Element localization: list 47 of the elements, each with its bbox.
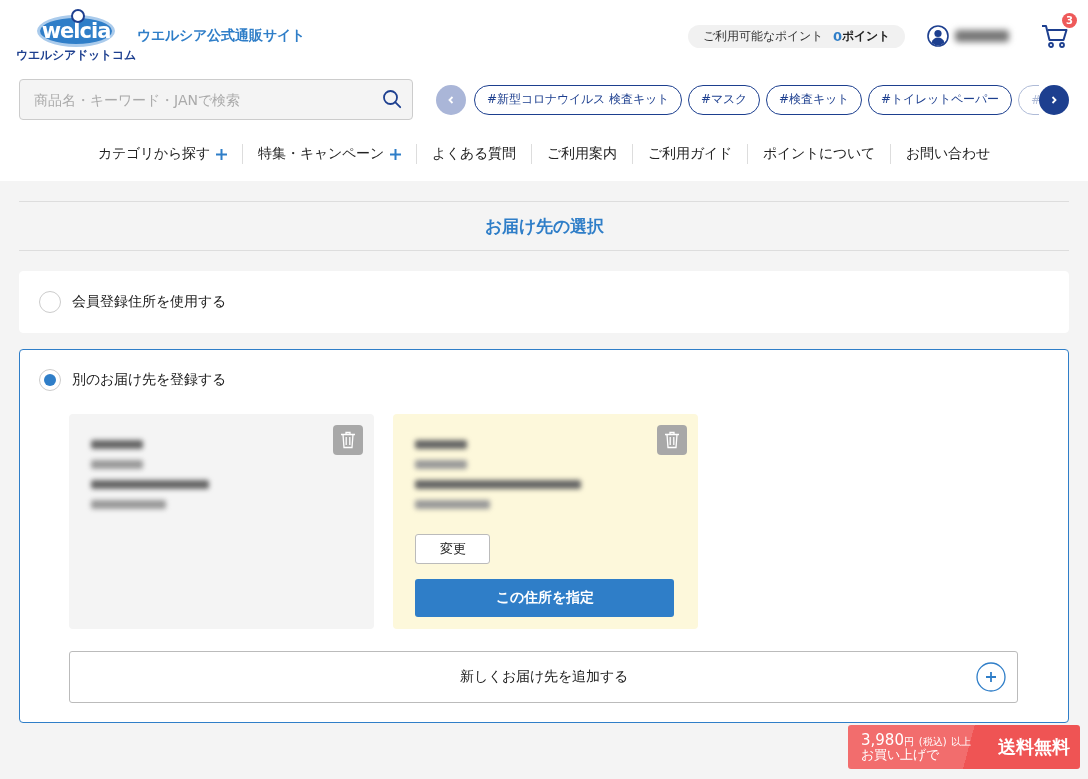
option-label[interactable]: 別のお届け先を登録する — [72, 371, 226, 389]
chevron-left-icon — [447, 94, 455, 105]
tag-chip[interactable]: #トイレットペーパー — [868, 84, 1013, 115]
banner-condition-line: お買い上げで — [861, 748, 940, 763]
trash-icon — [664, 431, 680, 449]
nav-link[interactable]: よくある質問 — [432, 145, 516, 163]
delete-button[interactable] — [657, 425, 687, 455]
option-label[interactable]: 会員登録住所を使用する — [72, 293, 226, 311]
nav-link[interactable]: お問い合わせ — [906, 145, 990, 163]
nav-link[interactable]: ご利用ガイド — [648, 145, 732, 163]
nav-link[interactable]: 特集・キャンペーン — [258, 145, 384, 163]
address-card[interactable]: 変更 この住所を指定 — [393, 414, 698, 629]
plus-icon[interactable] — [216, 148, 227, 160]
cart-count-badge: 3 — [1062, 13, 1077, 28]
redacted-user-name — [955, 30, 1009, 42]
address-card[interactable] — [69, 414, 374, 629]
page-title: お届け先の選択 — [484, 214, 604, 238]
search-icon[interactable] — [382, 89, 402, 109]
chevron-right-icon — [1050, 94, 1058, 105]
next-button[interactable] — [1039, 84, 1069, 115]
radio-button[interactable] — [39, 291, 61, 313]
change-button[interactable]: 変更 — [415, 534, 490, 564]
search-field[interactable]: 商品名・キーワード・JANで検索 — [19, 79, 413, 120]
nav-link[interactable]: ポイントについて — [763, 145, 875, 163]
radio-button[interactable] — [39, 369, 61, 391]
cart-icon[interactable] — [1041, 23, 1069, 49]
logo[interactable]: welcia ウエルシアドットコム — [19, 9, 133, 63]
banner-condition: 3,980円 (税込) 以上 — [861, 731, 972, 749]
user-icon[interactable] — [927, 25, 949, 47]
site-tagline: ウエルシア公式通販サイト — [137, 27, 305, 45]
select-address-button[interactable]: この住所を指定 — [415, 579, 674, 617]
plus-icon[interactable] — [390, 148, 401, 160]
banner-headline: 送料無料 — [998, 735, 1070, 759]
redacted-address-text — [415, 460, 467, 469]
add-address-button[interactable]: 新しくお届け先を追加する — [69, 651, 1018, 703]
plus-icon — [976, 662, 1006, 692]
redacted-address-text — [91, 460, 143, 469]
trash-icon — [340, 431, 356, 449]
redacted-address-text — [415, 440, 467, 449]
nav-link[interactable]: ご利用案内 — [547, 145, 617, 163]
redacted-address-text — [91, 440, 143, 449]
nav-link[interactable]: カテゴリから探す — [98, 145, 210, 163]
tag-chip[interactable]: #検査キット — [765, 84, 862, 115]
points-pill: ご利用可能なポイント 0ポイント — [687, 24, 905, 48]
delete-button[interactable] — [333, 425, 363, 455]
tag-chip[interactable]: #マスク — [687, 84, 760, 115]
tag-chip[interactable]: #新型コロナウイルス 検査キット — [474, 84, 682, 115]
